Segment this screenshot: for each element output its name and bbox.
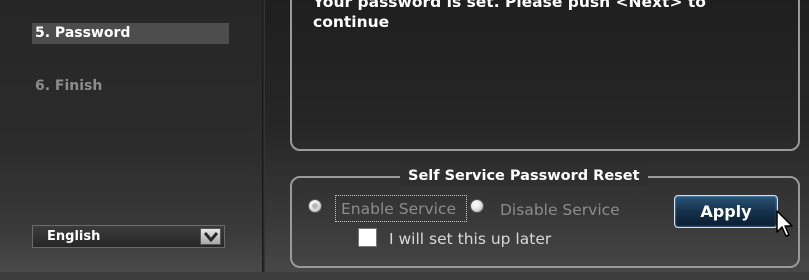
step-password[interactable]: 5. Password xyxy=(32,23,229,44)
sspr-group-title: Self Service Password Reset xyxy=(400,166,648,186)
bottom-strip xyxy=(0,272,809,280)
apply-button[interactable]: Apply xyxy=(674,195,778,228)
mouse-cursor-icon xyxy=(776,210,793,237)
disable-service-radio[interactable] xyxy=(470,199,484,213)
setup-later-label[interactable]: I will set this up later xyxy=(389,229,551,249)
chevron-down-icon[interactable] xyxy=(200,228,221,245)
enable-service-radio[interactable] xyxy=(308,199,322,213)
radio-selected-icon xyxy=(312,203,318,209)
message-box: Your password is set. Please push <Next>… xyxy=(290,0,800,151)
wizard-sidebar: 5. Password 6. Finish English xyxy=(0,0,262,272)
setup-later-checkbox[interactable] xyxy=(358,228,377,247)
language-select-value: English xyxy=(47,229,101,244)
disable-service-label[interactable]: Disable Service xyxy=(500,200,620,220)
enable-service-label[interactable]: Enable Service xyxy=(341,199,465,219)
step-finish: 6. Finish xyxy=(35,78,103,94)
status-message: Your password is set. Please push <Next>… xyxy=(313,0,706,31)
language-select[interactable]: English xyxy=(32,225,225,248)
